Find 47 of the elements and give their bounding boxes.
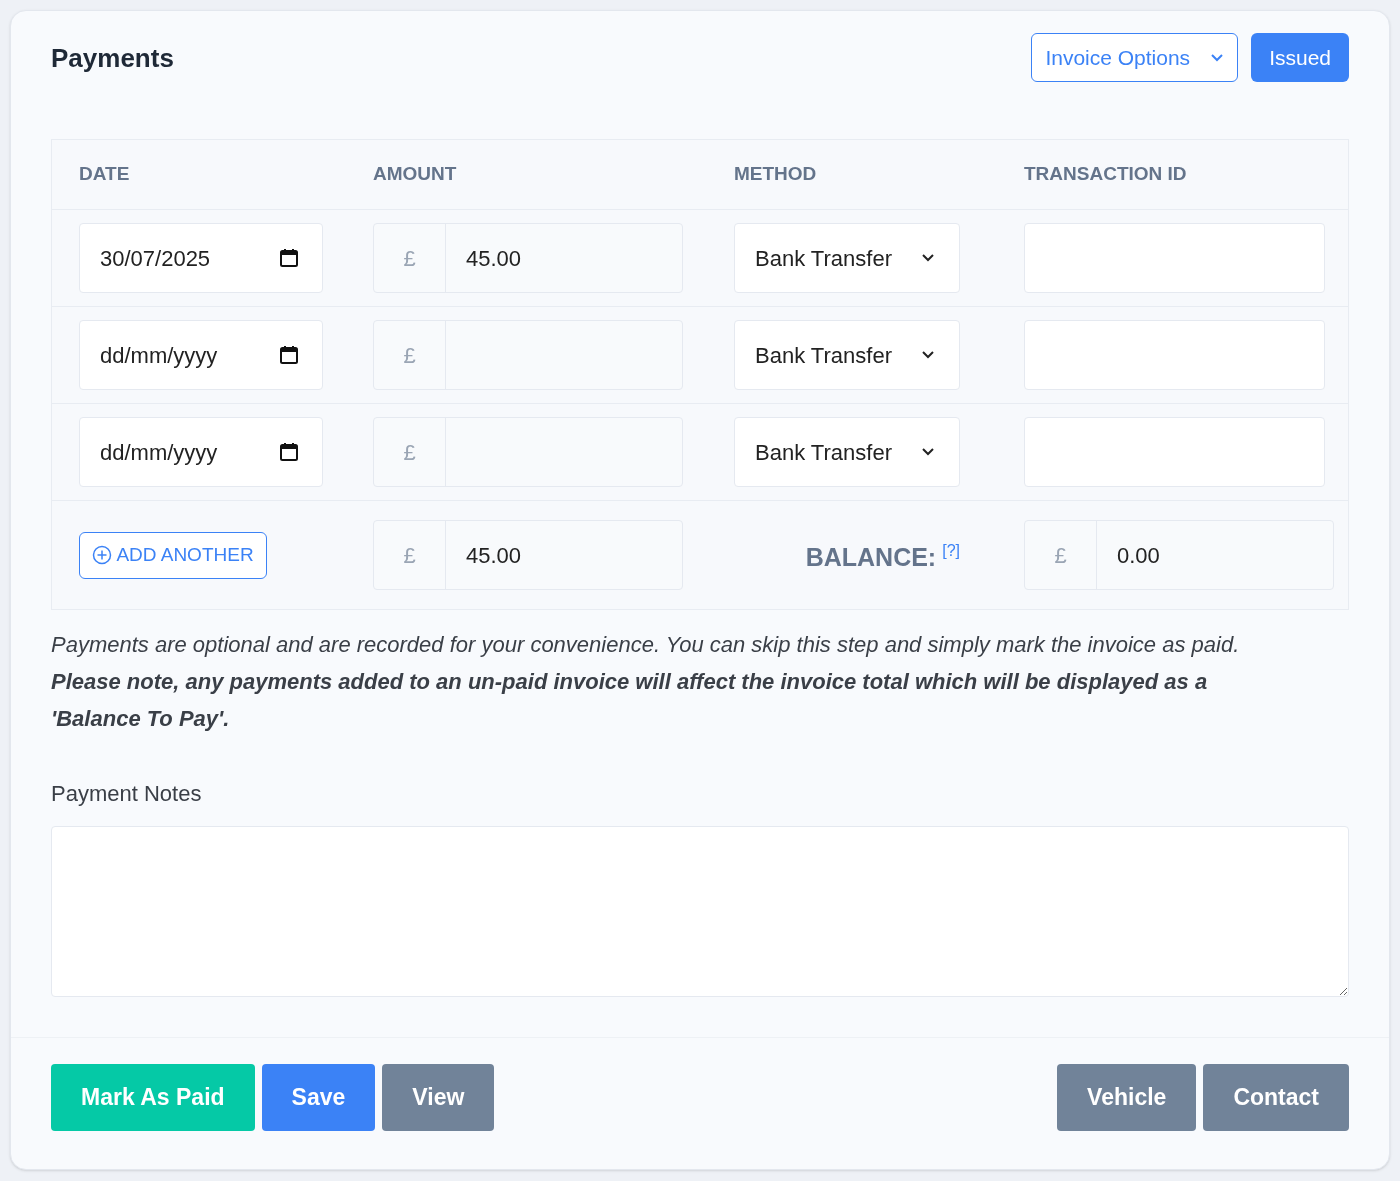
column-header: METHOD <box>734 162 818 187</box>
balance-label: BALANCE: <box>805 542 937 574</box>
date-field[interactable]: dd/mm/yyyy <box>79 417 323 487</box>
plus-circle-icon <box>92 545 113 565</box>
calendar-icon[interactable] <box>279 345 299 365</box>
date-field[interactable]: dd/mm/yyyy <box>79 320 323 390</box>
calendar-icon[interactable] <box>279 442 299 462</box>
date-value: 30/07/2025 <box>100 244 211 273</box>
action-button[interactable]: Save <box>261 1064 376 1131</box>
chevron-down-icon <box>921 447 935 457</box>
column-header: DATE <box>79 162 131 187</box>
method-select[interactable]: Bank Transfer <box>734 417 960 487</box>
chevron-down-icon <box>1210 52 1225 63</box>
action-button[interactable]: Vehicle <box>1057 1064 1197 1131</box>
amount-field[interactable]: £ 45.00 <box>373 520 683 590</box>
amount-value: 0.00 <box>1116 541 1160 570</box>
add-another-button[interactable]: ADD ANOTHER <box>79 531 267 579</box>
column-header: AMOUNT <box>373 162 458 187</box>
amount-field[interactable]: £ 0.00 <box>1024 520 1334 590</box>
action-button[interactable]: View <box>382 1064 495 1131</box>
payment-notes-field[interactable] <box>51 826 1349 997</box>
help-link[interactable]: [?] <box>942 539 960 564</box>
status-button[interactable]: Issued <box>1251 33 1349 82</box>
amount-value: 45.00 <box>465 244 522 273</box>
transaction-id-field[interactable] <box>1024 320 1325 390</box>
amount-value: 45.00 <box>465 541 522 570</box>
action-button[interactable]: Mark As Paid <box>51 1064 255 1131</box>
chevron-down-icon <box>921 350 935 360</box>
date-placeholder: dd/mm/yyyy <box>100 341 218 370</box>
amount-field[interactable]: £ 45.00 <box>373 223 683 293</box>
invoice-options-dropdown[interactable]: Invoice Options <box>1031 33 1239 82</box>
transaction-id-field[interactable] <box>1024 417 1325 487</box>
transaction-id-field[interactable] <box>1024 223 1325 293</box>
amount-field[interactable]: £ <box>373 320 683 390</box>
amount-field[interactable]: £ <box>373 417 683 487</box>
calendar-icon[interactable] <box>279 248 299 268</box>
date-placeholder: dd/mm/yyyy <box>100 438 218 467</box>
info-note: Payments are optional and are recorded for your convenience. You can skip this step and simply mark the invoice as paid. <box>51 631 1241 659</box>
column-header: TRANSACTION ID <box>1024 162 1188 187</box>
action-button[interactable]: Contact <box>1203 1064 1349 1131</box>
warning-note: Please note, any payments added to an un-paid invoice will affect the invoice total which will be displayed as a 'Balance To Pay'. <box>51 668 1209 733</box>
card-title: Payments <box>51 42 174 75</box>
date-field[interactable]: 30/07/2025 <box>79 223 323 293</box>
payment-notes-label: Payment Notes <box>51 780 203 808</box>
chevron-down-icon <box>921 253 935 263</box>
method-select[interactable]: Bank Transfer <box>734 320 960 390</box>
method-select[interactable]: Bank Transfer <box>734 223 960 293</box>
